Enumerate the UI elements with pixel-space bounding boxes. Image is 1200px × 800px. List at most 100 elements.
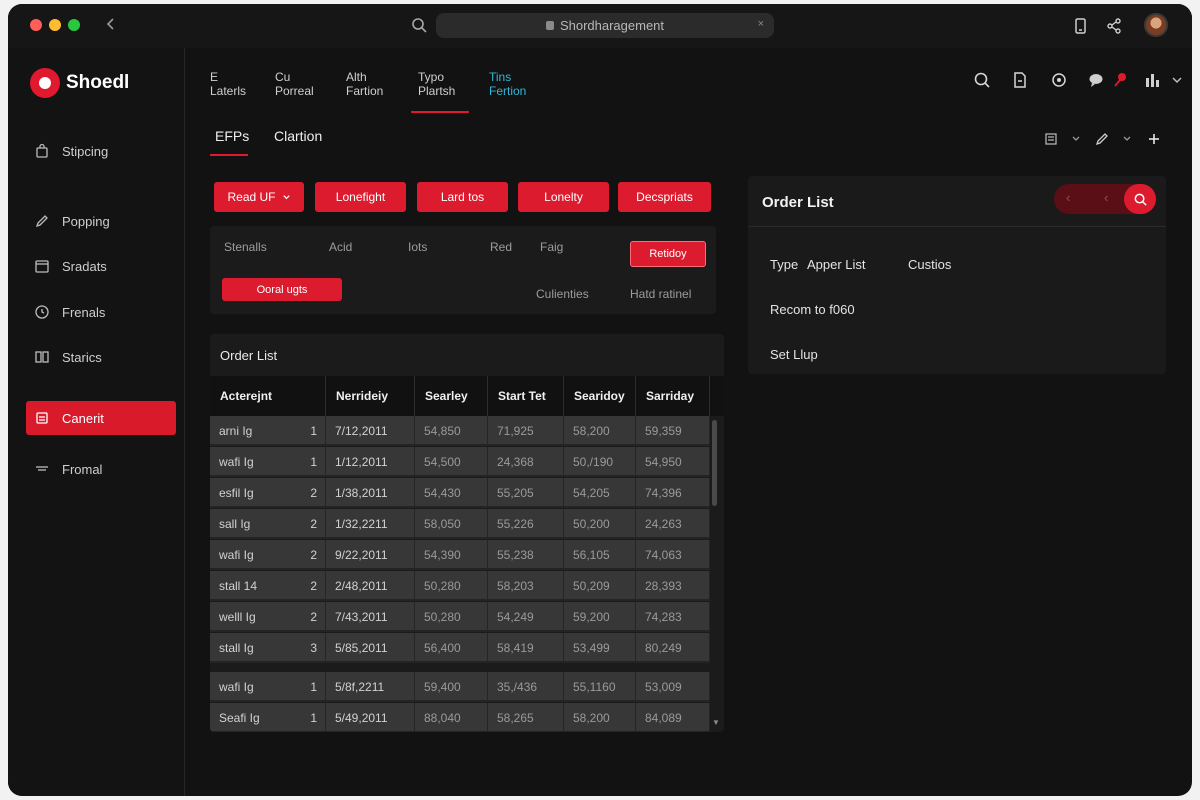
column-header[interactable]: Searley	[415, 376, 488, 416]
table-row[interactable]: stall Ig 3 5/85,2011 56,400 58,419 53,499 80,2…	[210, 633, 710, 663]
decspriats-button[interactable]: Decspriats	[618, 182, 711, 212]
table-cell: 58,265	[488, 703, 564, 732]
pin-icon[interactable]	[1110, 70, 1130, 90]
table-cell: 5/49,2011	[326, 703, 415, 732]
table-row[interactable]: wafi Ig 2 9/22,2011 54,390 55,238 56,105 74,06…	[210, 540, 710, 570]
table-cell: 74,283	[636, 602, 710, 632]
column-header[interactable]: Start Tet	[488, 376, 564, 416]
table-cell: 58,203	[488, 571, 564, 601]
sidebar-item-canerit[interactable]: Canerit	[26, 401, 176, 435]
edit-icon	[35, 215, 48, 228]
table-row[interactable]: stall 14 2 2/48,2011 50,280 58,203 50,209 28,3…	[210, 571, 710, 601]
sidebar-item-fromal[interactable]: Fromal	[26, 452, 176, 486]
bar-chart-icon[interactable]	[1142, 70, 1162, 90]
previous-page-icon[interactable]: ‹	[1066, 190, 1070, 205]
brand-logo[interactable]: Shoedl	[30, 68, 129, 98]
nav-tab-laterls[interactable]: E Laterls	[210, 70, 246, 98]
list-icon[interactable]	[1043, 131, 1059, 147]
type-value[interactable]: Apper List	[807, 257, 866, 272]
lonefight-button[interactable]: Lonefight	[315, 182, 406, 212]
tab-efps[interactable]: EFPs	[215, 128, 249, 144]
sidebar-item-sradats[interactable]: Sradats	[26, 249, 176, 283]
address-bar[interactable]: Shordharagement ×	[436, 13, 774, 38]
filter-label[interactable]: Stenalls	[224, 240, 267, 254]
table-row[interactable]: arni Ig 1 7/12,2011 54,850 71,925 58,200 59,35…	[210, 416, 710, 446]
chat-icon[interactable]	[1087, 70, 1107, 90]
sidebar-item-frenals[interactable]: Frenals	[26, 295, 176, 329]
sidebar-item-label: Starics	[62, 349, 102, 365]
chevron-down-icon[interactable]	[1119, 131, 1135, 147]
table-cell: 54,950	[636, 447, 710, 477]
filter-right-label: Hatd ratinel	[630, 287, 692, 301]
table-cell: sall Ig 2	[210, 509, 326, 539]
filter-label[interactable]: Iots	[408, 240, 427, 254]
maximize-window-button[interactable]	[68, 19, 80, 31]
table-cell: 58,200	[564, 416, 636, 446]
table-row[interactable]: esfil Ig 2 1/38,2011 54,430 55,205 54,205 74,3…	[210, 478, 710, 508]
location-icon[interactable]	[1049, 70, 1069, 90]
lard-tos-button[interactable]: Lard tos	[417, 182, 508, 212]
row-index: 2	[310, 610, 317, 624]
filter-label[interactable]: Faig	[540, 240, 563, 254]
nav-tab-plartsh[interactable]: Typo Plartsh	[418, 70, 455, 98]
column-header[interactable]: Sarriday	[636, 376, 710, 416]
filter-label[interactable]: Red	[490, 240, 512, 254]
table-cell: 55,1160	[564, 672, 636, 702]
address-text: Shordharagement	[559, 18, 665, 33]
user-avatar[interactable]	[1144, 13, 1168, 37]
table-row[interactable]: sall Ig 2 1/32,2211 58,050 55,226 50,200 24,26…	[210, 509, 710, 539]
search-icon[interactable]	[410, 16, 428, 34]
cart-icon	[36, 412, 48, 424]
sidebar-item-starics[interactable]: Starics	[26, 340, 176, 374]
previous-page-icon[interactable]: ‹	[1104, 190, 1108, 205]
phone-icon[interactable]	[1070, 16, 1090, 36]
filter-right-label: Culienties	[536, 287, 589, 301]
title-bar: Shordharagement ×	[8, 4, 1192, 48]
table-cell: 5/85,2011	[326, 633, 415, 663]
search-icon[interactable]	[972, 70, 992, 90]
table-cell: 7/43,2011	[326, 602, 415, 632]
search-button[interactable]	[1124, 184, 1156, 214]
scroll-down-icon[interactable]: ▼	[712, 718, 720, 727]
brand-name: Shoedl	[66, 72, 130, 93]
clear-address-icon[interactable]: ×	[758, 18, 764, 30]
close-window-button[interactable]	[30, 19, 42, 31]
chevron-down-icon[interactable]	[1068, 131, 1084, 147]
table-cell: 53,499	[564, 633, 636, 663]
table-cell: arni Ig 1	[210, 416, 326, 446]
menu-icon	[36, 466, 48, 471]
table-cell: 56,400	[415, 633, 488, 663]
table-cell: 1/12,2011	[326, 447, 415, 477]
table-row[interactable]: wafi Ig 1 1/12,2011 54,500 24,368 50,/190 54,9…	[210, 447, 710, 477]
back-arrow-icon[interactable]	[102, 15, 120, 33]
tab-clartion[interactable]: Clartion	[274, 128, 322, 144]
share-icon[interactable]	[1104, 16, 1124, 36]
document-icon[interactable]	[1010, 70, 1030, 90]
table-row[interactable]: welll Ig 2 7/43,2011 50,280 54,249 59,200 74,2…	[210, 602, 710, 632]
read-uf-dropdown[interactable]: Read UF	[214, 182, 304, 212]
plus-icon[interactable]	[1146, 131, 1162, 147]
table-cell: 55,238	[488, 540, 564, 570]
sidebar-item-shipping[interactable]: Stipcing	[26, 134, 176, 168]
table-row[interactable]: wafi Ig 1 5/8f,2211 59,400 35,/436 55,1160 53,…	[210, 672, 710, 702]
lonelty-button[interactable]: Lonelty	[518, 182, 609, 212]
pencil-icon[interactable]	[1094, 131, 1110, 147]
row-index: 2	[310, 486, 317, 500]
order-detail-title: Order List	[762, 194, 834, 211]
nav-tab-porreal[interactable]: Cu Porreal	[275, 70, 314, 98]
table-scrollbar[interactable]	[712, 420, 717, 506]
lock-icon	[545, 21, 554, 30]
nav-tab-fertion[interactable]: Tins Fertion	[489, 70, 526, 98]
table-row[interactable]: Seafi Ig 1 5/49,2011 88,040 58,265 58,200 84,0…	[210, 703, 710, 732]
column-header[interactable]: Searidoy	[564, 376, 636, 416]
column-header[interactable]: Acterejnt	[210, 376, 326, 416]
filter-label[interactable]: Acid	[329, 240, 352, 254]
overall-button[interactable]: Ooral ugts	[222, 278, 342, 301]
sidebar-item-popping[interactable]: Popping	[26, 204, 176, 238]
minimize-window-button[interactable]	[49, 19, 61, 31]
chevron-down-icon[interactable]	[1167, 70, 1187, 90]
ready-button[interactable]: Retidoy	[630, 241, 706, 267]
nav-tab-fartion[interactable]: Alth Fartion	[346, 70, 383, 98]
column-header[interactable]: Nerrideiy	[326, 376, 415, 416]
custom-label[interactable]: Custios	[908, 257, 951, 272]
